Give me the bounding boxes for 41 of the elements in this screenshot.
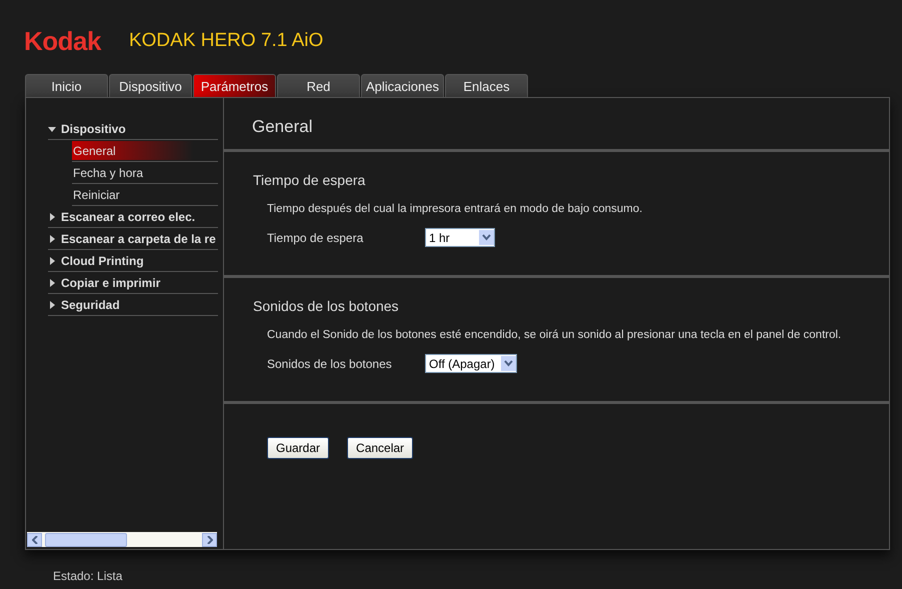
section-description: Cuando el Sonido de los botones esté encendido, se oirá un sonido al presionar una tecla en el panel de control. [267, 329, 842, 341]
save-button[interactable]: Guardar [267, 437, 330, 459]
triangle-right-icon [48, 256, 56, 264]
nav-tab[interactable]: Enlaces [445, 74, 528, 97]
chevron-down-icon [500, 356, 516, 371]
field-label: Sonidos de los botones [267, 356, 393, 370]
triangle-down-icon [48, 124, 56, 132]
scroll-left-icon[interactable] [27, 532, 42, 546]
sidebar-section[interactable]: Dispositivo [48, 118, 218, 140]
device-title: KODAK HERO 7.1 AiO [128, 30, 324, 52]
sidebar-section[interactable]: Escanear a carpeta de la re [48, 228, 218, 250]
page-heading: General [251, 116, 314, 138]
nav-tab[interactable]: Dispositivo [109, 74, 192, 97]
chevron-down-icon [479, 230, 494, 245]
section-heading: Sonidos de los botones [253, 298, 400, 314]
nav-tab[interactable]: Parámetros [193, 74, 276, 97]
sidebar-item[interactable]: Reiniciar [72, 185, 193, 204]
dropdown-field[interactable]: Off (Apagar) [425, 354, 517, 373]
field-label: Tiempo de espera [267, 230, 364, 244]
sidebar-item[interactable]: Fecha y hora [72, 163, 193, 182]
section-heading: Tiempo de espera [253, 172, 366, 188]
cancel-button[interactable]: Cancelar [347, 437, 414, 459]
kodak-logo: Kodak [24, 26, 101, 56]
triangle-right-icon [48, 234, 56, 242]
scroll-thumb[interactable] [45, 532, 127, 546]
sidebar-section[interactable]: Cloud Printing [48, 250, 218, 272]
sidebar-item[interactable]: General [72, 141, 193, 160]
dropdown-field[interactable]: 1 hr [425, 228, 495, 247]
sidebar-section[interactable]: Copiar e imprimir [48, 272, 218, 294]
sidebar-section[interactable]: Escanear a correo elec. [48, 206, 218, 228]
scroll-right-icon[interactable] [202, 532, 217, 546]
nav-tab[interactable]: Aplicaciones [361, 74, 444, 97]
sidebar-section[interactable]: Seguridad [48, 294, 218, 316]
horizontal-scrollbar[interactable] [27, 532, 217, 547]
triangle-right-icon [48, 212, 56, 220]
triangle-right-icon [48, 278, 56, 286]
section-description: Tiempo después del cual la impresora entrará en modo de bajo consumo. [267, 203, 644, 215]
nav-tab[interactable]: Inicio [25, 74, 108, 97]
triangle-right-icon [48, 300, 56, 308]
nav-tab[interactable]: Red [277, 74, 360, 97]
status-text: Estado: Lista [53, 569, 124, 583]
